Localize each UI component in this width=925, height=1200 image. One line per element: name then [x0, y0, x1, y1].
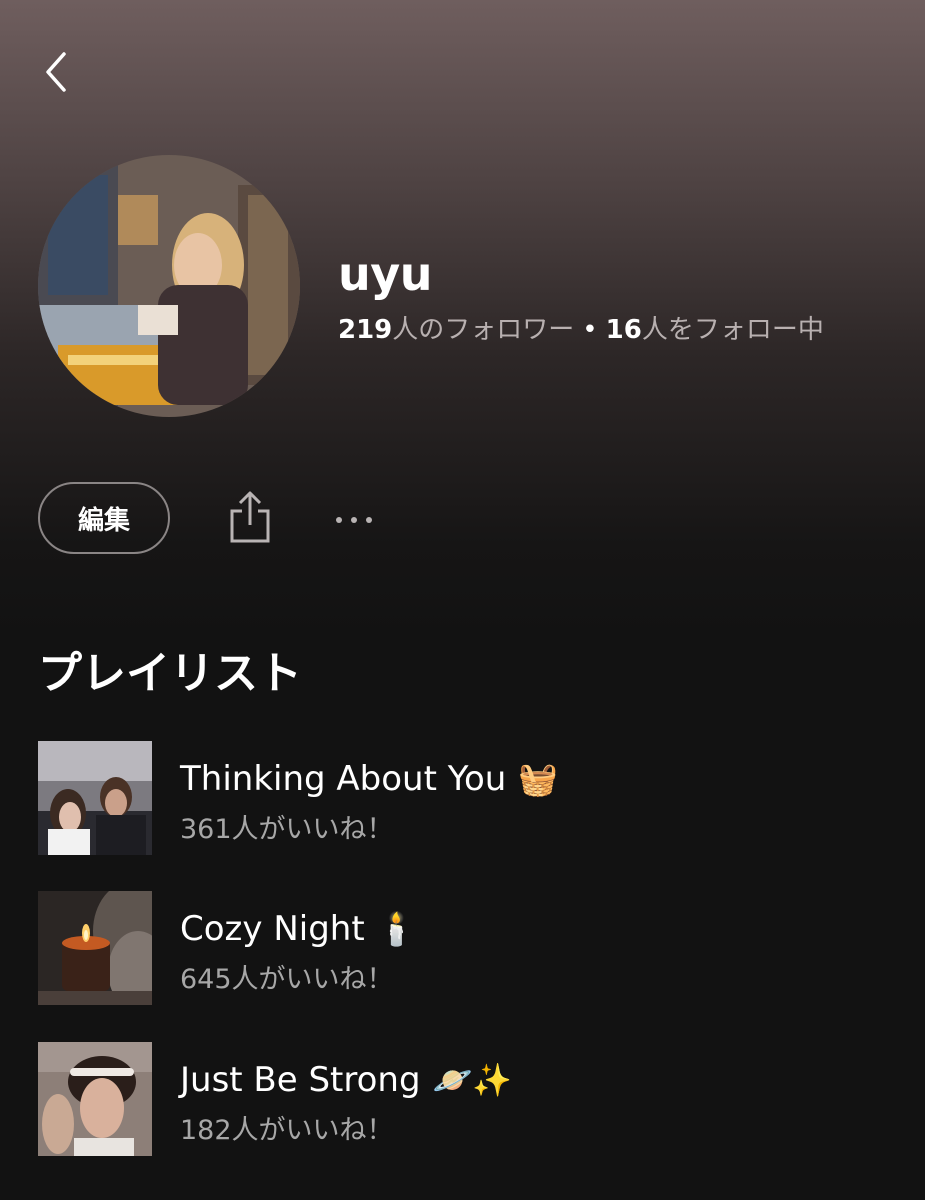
playlist-title-row: Cozy Night 🕯️	[180, 905, 417, 953]
back-button[interactable]	[34, 48, 78, 96]
basket-emoji-icon: 🧺	[518, 760, 559, 798]
more-options-dot	[366, 517, 372, 523]
playlist-likes: 645人がいいね！	[180, 964, 394, 995]
playlist-item[interactable]: Thinking About You 🧺 361人がいいね！	[38, 741, 598, 855]
followers-count: 219	[338, 315, 393, 345]
playlist-title-row: Thinking About You 🧺	[180, 755, 558, 803]
follow-stats[interactable]: 219人のフォロワー • 16人をフォロー中	[338, 312, 824, 348]
following-label: 人をフォロー中	[641, 315, 824, 345]
playlist-title-row: Just Be Strong 🪐✨	[180, 1056, 512, 1104]
share-button[interactable]	[222, 486, 278, 548]
playlist-cover-image	[38, 891, 152, 1005]
more-options-icon	[336, 517, 342, 523]
edit-profile-button[interactable]: 編集	[38, 482, 170, 554]
playlists-section-title: プレイリスト	[38, 648, 302, 699]
candle-emoji-icon: 🕯️	[376, 910, 417, 948]
playlist-likes: 361人がいいね！	[180, 814, 394, 845]
chevron-left-icon	[46, 52, 66, 92]
playlist-cover-image	[38, 741, 152, 855]
following-count: 16	[605, 315, 642, 345]
profile-username: uyu	[338, 247, 432, 301]
playlist-cover	[38, 891, 152, 1005]
avatar-image	[38, 155, 300, 417]
playlist-title: Cozy Night	[180, 909, 365, 949]
followers-label: 人のフォロワー	[392, 315, 575, 345]
profile-avatar[interactable]	[38, 155, 300, 417]
playlist-likes: 182人がいいね！	[180, 1115, 394, 1146]
playlist-cover	[38, 1042, 152, 1156]
playlist-title: Just Be Strong	[180, 1060, 421, 1100]
planet-sparkles-emoji-icon: 🪐✨	[432, 1061, 513, 1099]
share-icon	[230, 491, 270, 543]
playlist-title: Thinking About You	[180, 759, 507, 799]
more-options-dot	[351, 517, 357, 523]
playlist-item[interactable]: Just Be Strong 🪐✨ 182人がいいね！	[38, 1042, 598, 1156]
playlist-item[interactable]: Cozy Night 🕯️ 645人がいいね！	[38, 891, 598, 1005]
more-options-button[interactable]	[326, 500, 382, 540]
stats-separator: •	[582, 315, 598, 345]
playlist-cover-image	[38, 1042, 152, 1156]
playlist-cover	[38, 741, 152, 855]
